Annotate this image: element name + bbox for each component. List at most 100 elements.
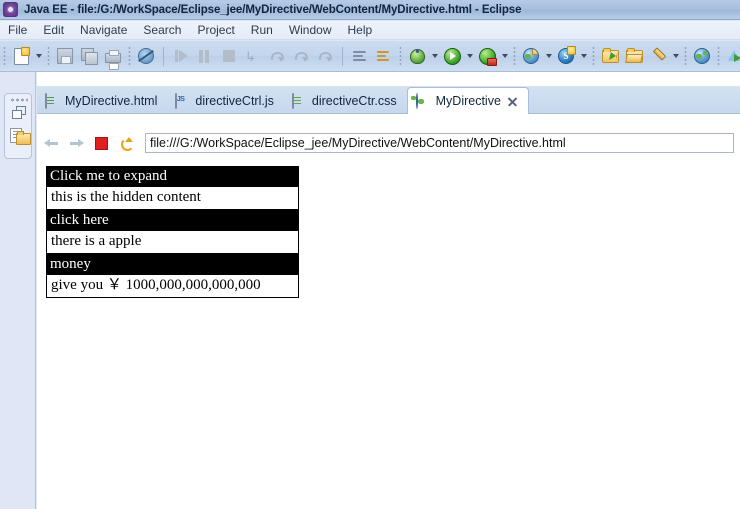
tab-mydirective-browser[interactable]: MyDirective — [406, 87, 529, 114]
accordion-header[interactable]: money — [46, 254, 299, 275]
rendered-page: Click me to expand this is the hidden co… — [37, 158, 740, 509]
accordion-header[interactable]: Click me to expand — [46, 166, 299, 187]
step-over-button[interactable] — [290, 45, 312, 67]
menu-item-file[interactable]: File — [0, 22, 35, 38]
chevron-down-icon — [35, 54, 42, 58]
skip-breakpoints-button[interactable] — [135, 45, 157, 67]
suspend-button[interactable] — [194, 45, 216, 67]
tab-mydirective-html[interactable]: MyDirective.html — [37, 88, 167, 114]
menu-item-project[interactable]: Project — [189, 22, 242, 38]
run-server-icon — [478, 47, 497, 66]
globe-icon — [694, 48, 710, 64]
toolbar-grip-6[interactable] — [592, 46, 595, 66]
restore-icon[interactable] — [12, 106, 26, 120]
save-all-icon — [81, 48, 98, 65]
menu-item-window[interactable]: Window — [281, 22, 340, 38]
title-bar: Java EE - file:/G:/WorkSpace/Eclipse_jee… — [0, 0, 740, 20]
new-servlet-icon: S — [558, 46, 576, 64]
open-type-button[interactable] — [349, 45, 371, 67]
back-button[interactable] — [40, 132, 62, 154]
close-icon[interactable] — [507, 96, 518, 107]
menu-bar: File Edit Navigate Search Project Run Wi… — [0, 21, 740, 40]
edit-button[interactable] — [647, 45, 669, 67]
forward-button[interactable] — [65, 132, 87, 154]
new-file-button[interactable] — [10, 45, 32, 67]
run-as-button[interactable] — [724, 45, 740, 67]
folder-go-icon — [601, 47, 619, 63]
web-browser-button[interactable] — [691, 45, 713, 67]
accordion-body: there is a apple — [46, 231, 299, 254]
terminate-button[interactable] — [218, 45, 240, 67]
chevron-down-icon — [501, 54, 508, 58]
new-web-project-dropdown[interactable] — [543, 45, 554, 67]
new-servlet-button[interactable]: S — [555, 45, 577, 67]
run-on-server-dropdown[interactable] — [499, 45, 510, 67]
fast-view-box[interactable] — [4, 93, 32, 159]
step-over-icon — [294, 50, 308, 63]
print-button[interactable] — [102, 45, 124, 70]
run-play-icon — [443, 47, 461, 65]
fast-view-bar — [0, 72, 36, 509]
toolbar-grip-5[interactable] — [513, 46, 516, 66]
debug-button[interactable] — [406, 45, 428, 67]
open-type-icon — [353, 50, 367, 62]
open-folder-button[interactable] — [623, 45, 645, 67]
js-file-icon — [175, 92, 190, 109]
print-icon — [105, 49, 121, 70]
debug-dropdown[interactable] — [429, 45, 440, 67]
toolbar-grip-4[interactable] — [399, 46, 402, 66]
tab-label: MyDirective.html — [65, 94, 158, 108]
toolbar-grip-8[interactable] — [717, 46, 720, 66]
disconnect-icon: ↳ — [245, 49, 256, 64]
tab-label: MyDirective — [435, 94, 501, 108]
stop-button[interactable] — [90, 132, 112, 154]
menu-item-navigate[interactable]: Navigate — [72, 22, 135, 38]
accordion-widget: Click me to expand this is the hidden co… — [46, 166, 299, 298]
project-explorer-icon[interactable] — [10, 128, 31, 146]
tab-directivectrl-js[interactable]: directiveCtrl.js — [167, 88, 284, 114]
chevron-down-icon — [672, 54, 679, 58]
main-toolbar: ↳ S — [0, 41, 740, 72]
save-icon — [57, 48, 73, 64]
chevron-down-icon — [580, 54, 587, 58]
run-on-server-button[interactable] — [476, 45, 498, 67]
run-dropdown[interactable] — [464, 45, 475, 67]
menu-item-edit[interactable]: Edit — [35, 22, 72, 38]
folder-open-icon — [625, 47, 643, 63]
open-task-icon — [377, 50, 391, 62]
toolbar-grip-7[interactable] — [684, 46, 687, 66]
editor-tab-strip: MyDirective.html directiveCtrl.js direct… — [37, 86, 740, 114]
toolbar-separator-2 — [342, 46, 343, 66]
stop-icon — [94, 136, 108, 150]
html-file-icon — [45, 92, 60, 109]
save-button[interactable] — [54, 45, 76, 67]
forward-arrow-icon — [69, 138, 84, 149]
run-button[interactable] — [441, 45, 463, 67]
menu-item-run[interactable]: Run — [243, 22, 281, 38]
tab-directivectr-css[interactable]: directiveCtr.css — [284, 88, 407, 114]
disconnect-button[interactable]: ↳ — [242, 45, 264, 67]
accordion-header[interactable]: click here — [46, 210, 299, 231]
address-bar-input[interactable]: file:///G:/WorkSpace/Eclipse_jee/MyDirec… — [145, 133, 734, 153]
globe-icon — [415, 92, 431, 109]
open-resource-button[interactable] — [599, 45, 621, 67]
step-into-button[interactable] — [266, 45, 288, 67]
edit-dropdown[interactable] — [670, 45, 681, 67]
toolbar-grip-2[interactable] — [47, 46, 50, 66]
new-file-dropdown[interactable] — [33, 45, 44, 67]
save-all-button[interactable] — [78, 45, 100, 67]
menu-item-search[interactable]: Search — [135, 22, 189, 38]
toolbar-grip[interactable] — [3, 46, 6, 66]
resume-button[interactable] — [170, 45, 192, 67]
step-return-button[interactable] — [314, 45, 336, 67]
new-servlet-dropdown[interactable] — [578, 45, 589, 67]
new-web-project-button[interactable] — [520, 45, 542, 67]
open-task-button[interactable] — [373, 45, 395, 67]
tab-label: directiveCtrl.js — [195, 94, 274, 108]
menu-item-help[interactable]: Help — [340, 22, 381, 38]
toolbar-grip-3[interactable] — [128, 46, 131, 66]
refresh-icon — [120, 136, 134, 151]
refresh-button[interactable] — [115, 132, 137, 154]
css-file-icon — [291, 92, 307, 109]
drag-handle-dots[interactable] — [10, 98, 28, 102]
